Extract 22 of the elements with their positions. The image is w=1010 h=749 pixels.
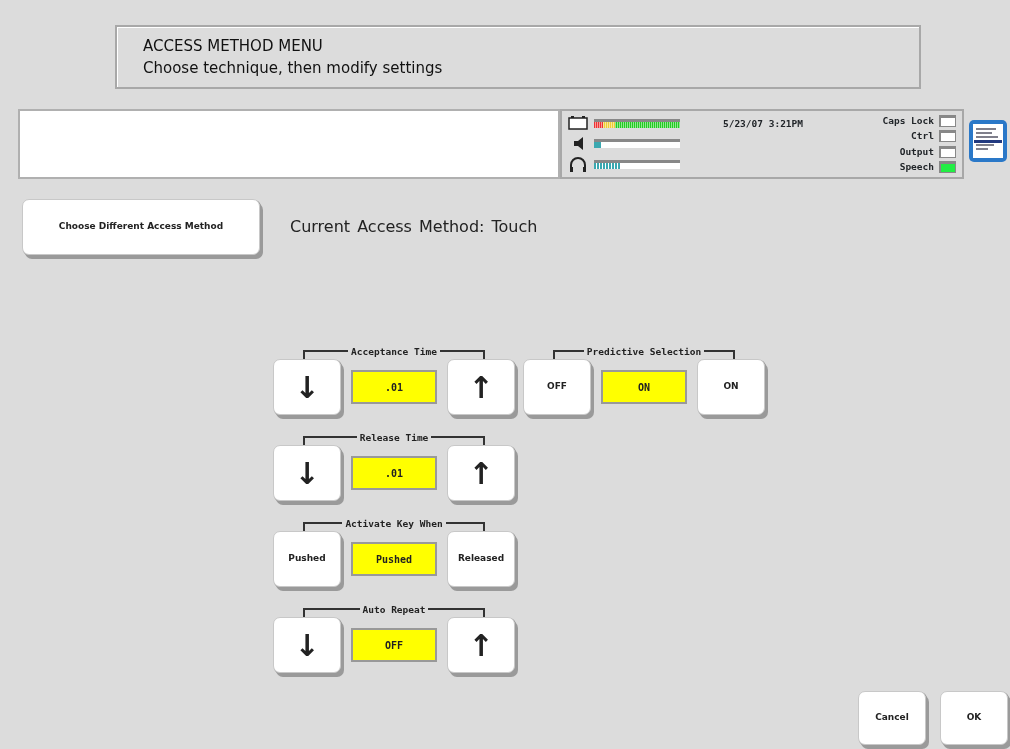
menu-subtitle: Choose technique, then modify settings: [143, 58, 444, 79]
menu-title: ACCESS METHOD MENU: [143, 36, 324, 57]
date-time: 5/23/07 3:21PM: [721, 117, 805, 131]
value-display: ON: [601, 370, 687, 404]
setting-label: Release Time: [358, 431, 430, 445]
speaker-icon: [573, 136, 584, 152]
setting-label: Auto Repeat: [361, 603, 427, 617]
document-icon[interactable]: [968, 119, 1008, 163]
value-display: OFF: [351, 628, 437, 662]
indicator-label: Ctrl: [911, 129, 934, 144]
indicator-label: Speech: [899, 160, 934, 175]
current-method-text: Current Access Method: Touch: [290, 216, 538, 238]
value-display: Pushed: [351, 542, 437, 576]
setting-label: Acceptance Time: [350, 345, 438, 359]
value-display: .01: [351, 370, 437, 404]
value-display: .01: [351, 456, 437, 490]
indicator-label: Caps Lock: [882, 113, 934, 128]
indicator-label: Output: [899, 144, 934, 159]
battery-icon: [568, 114, 588, 132]
headphones-icon: [568, 156, 588, 174]
setting-label: Activate Key When: [344, 517, 444, 531]
setting-label: Predictive Selection: [585, 345, 703, 359]
